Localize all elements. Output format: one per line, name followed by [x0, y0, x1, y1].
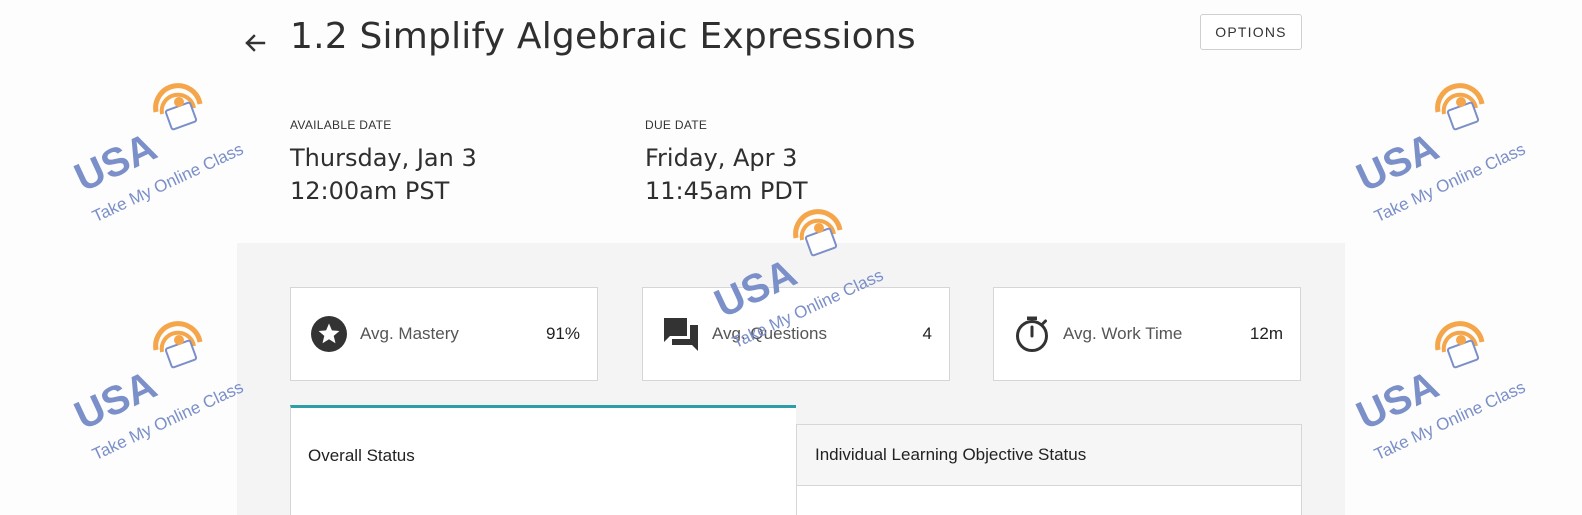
stat-card-work-time: Avg. Work Time 12m [993, 287, 1301, 381]
due-date: DUE DATE Friday, Apr 3 11:45am PDT [645, 118, 808, 208]
stat-label: Avg. Mastery [360, 324, 459, 343]
options-button[interactable]: OPTIONS [1200, 14, 1302, 50]
svg-text:Take My Online Class: Take My Online Class [1371, 139, 1528, 226]
svg-text:Take My Online Class: Take My Online Class [89, 377, 246, 464]
watermark-logo: USA Take My Online Class [64, 310, 246, 464]
arrow-left-icon [245, 34, 266, 52]
back-button[interactable] [240, 28, 270, 58]
stat-label: Avg. Work Time [1063, 324, 1183, 343]
svg-text:USA: USA [68, 363, 163, 439]
svg-text:USA: USA [1350, 125, 1445, 201]
watermark-logo: USA Take My Online Class [1346, 72, 1528, 226]
available-date: AVAILABLE DATE Thursday, Jan 3 12:00am P… [290, 118, 477, 208]
stats-panel: Avg. Mastery 91% Avg. Questions 4 Avg. W… [237, 243, 1345, 515]
due-date-label: DUE DATE [645, 118, 708, 132]
svg-text:Take My Online Class: Take My Online Class [1371, 377, 1528, 464]
svg-text:Take My Online Class: Take My Online Class [89, 139, 246, 226]
watermark-logo: USA Take My Online Class [64, 72, 246, 226]
due-date-time: 11:45am PDT [645, 177, 808, 205]
chat-bubbles-icon [662, 315, 700, 353]
due-date-value: Friday, Apr 3 11:45am PDT [645, 142, 808, 208]
available-date-value: Thursday, Jan 3 12:00am PST [290, 142, 477, 208]
available-date-label: AVAILABLE DATE [290, 118, 392, 132]
stat-value: 91% [545, 324, 580, 343]
tab-individual-learning-objective-status[interactable]: Individual Learning Objective Status [796, 424, 1302, 486]
stat-card-questions: Avg. Questions 4 [642, 287, 950, 381]
stat-value: 4 [922, 324, 932, 343]
page-title: 1.2 Simplify Algebraic Expressions [290, 16, 916, 57]
tab-content-edge [796, 486, 1302, 515]
svg-text:USA: USA [1350, 363, 1445, 439]
available-date-time: 12:00am PST [290, 177, 450, 205]
assignment-page: 1.2 Simplify Algebraic Expressions OPTIO… [0, 0, 1582, 515]
tab-label: Overall Status [308, 446, 415, 465]
available-date-day: Thursday, Jan 3 [290, 144, 477, 172]
star-badge-icon [310, 315, 348, 353]
tab-overall-status[interactable]: Overall Status [290, 405, 796, 515]
due-date-day: Friday, Apr 3 [645, 144, 798, 172]
stat-label: Avg. Questions [712, 324, 827, 343]
svg-text:USA: USA [68, 125, 163, 201]
stat-card-mastery: Avg. Mastery 91% [290, 287, 598, 381]
tab-label: Individual Learning Objective Status [815, 445, 1087, 464]
stat-value: 12m [1249, 324, 1283, 343]
watermark-logo: USA Take My Online Class [1346, 310, 1528, 464]
stopwatch-icon [1013, 315, 1051, 353]
